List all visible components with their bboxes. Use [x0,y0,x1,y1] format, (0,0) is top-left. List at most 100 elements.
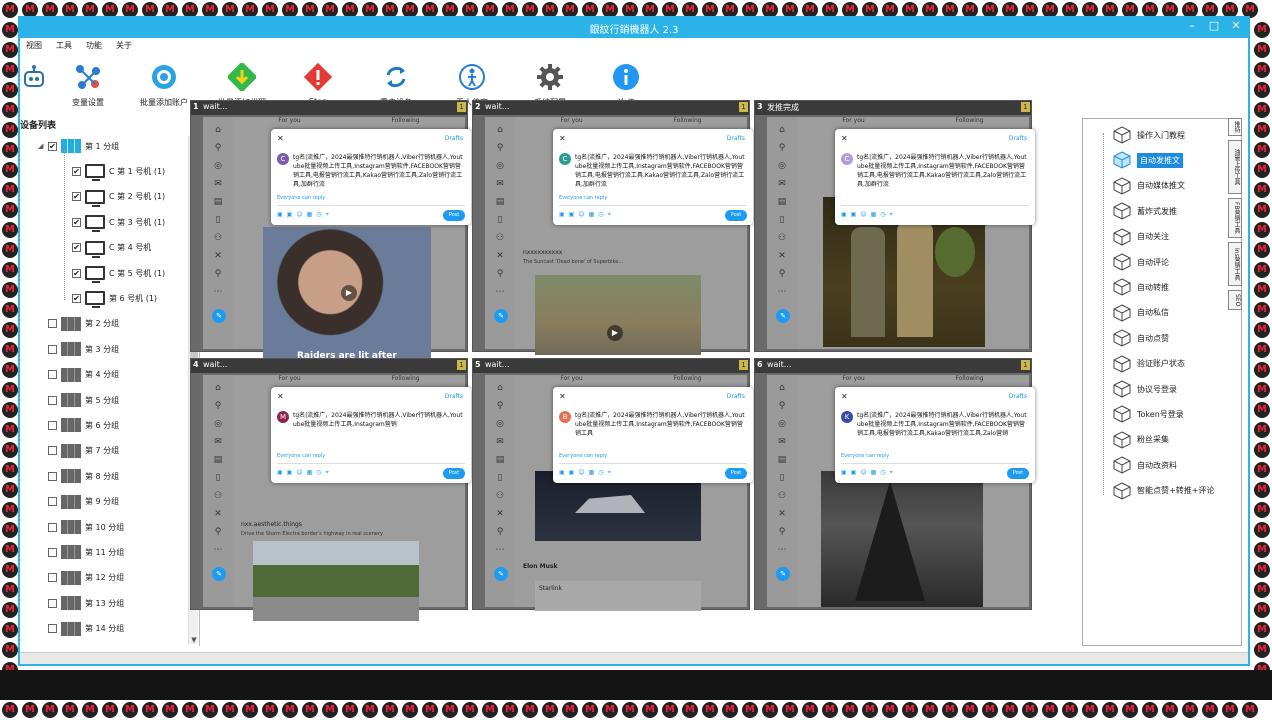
compose-icon[interactable]: ✎ [494,567,508,581]
maximize-button[interactable]: □ [1204,19,1224,32]
nav-icon[interactable]: ⌂ [213,125,223,135]
compose-tools-icons[interactable]: ▣▣☺▦◷⌖ [277,211,333,219]
nav-icon[interactable]: ◎ [213,161,223,171]
function-item[interactable]: Token号登录 [1113,402,1184,426]
device-item[interactable]: ✔ C 第 1 号机 (1) [72,161,165,182]
tab-following[interactable]: Following [673,117,701,129]
nav-icon[interactable]: ▯ [213,215,223,225]
compose-text[interactable]: tg名|流推广，2024最强推特行销机器人,Viber行销机器人,Youtube… [857,153,1027,189]
nav-icon[interactable]: ⋯ [777,287,787,297]
tab-following[interactable]: Following [391,375,419,387]
compose-icon[interactable]: ✎ [212,567,226,581]
function-item[interactable]: 蓄炸式发推 [1113,199,1177,223]
close-icon[interactable]: ✕ [559,392,566,401]
device-group[interactable]: 第 3 分组 [48,339,119,359]
tab-following[interactable]: Following [673,375,701,387]
nav-icon[interactable]: ◎ [777,161,787,171]
tab-for-you[interactable]: For you [278,117,300,129]
device-screen-3[interactable]: 3 发推完成 1 ⌂ ⚲ ◎ ✉ ▤ ▯ ⚇ ✕ ⚲ ⋯ ✎ For you Following ✕ Drafts… [754,100,1035,352]
compose-icon[interactable]: ✎ [494,309,508,323]
menu-functions[interactable]: 功能 [86,40,102,54]
group-checkbox[interactable] [48,344,57,354]
group-checkbox[interactable] [48,573,57,583]
close-icon[interactable]: ✕ [841,134,848,143]
tab-for-you[interactable]: For you [560,375,582,387]
device-screen-4[interactable]: 4 wait... 1 ⌂ ⚲ ◎ ✉ ▤ ▯ ⚇ ✕ ⚲ ⋯ ✎ For you Following nxx.… [190,358,471,621]
nav-icon[interactable]: ⌂ [213,383,223,393]
nav-icon[interactable]: ✕ [777,509,787,519]
tab-following[interactable]: Following [955,117,983,129]
compose-tools-icons[interactable]: ▣▣☺▦◷⌖ [559,211,615,219]
device-checkbox[interactable]: ✔ [72,243,81,253]
function-item[interactable]: 自动点赞 [1113,326,1169,350]
nav-icon[interactable]: ⚇ [777,233,787,243]
function-item[interactable]: 验证账户状态 [1113,352,1185,376]
post-button[interactable]: Post [443,468,465,479]
device-group[interactable]: 第 9 分组 [48,492,119,512]
tab-for-you[interactable]: For you [278,375,300,387]
function-item[interactable]: 自动改资料 [1113,453,1177,477]
nav-icon[interactable]: ⋯ [213,287,223,297]
close-icon[interactable]: ✕ [559,134,566,143]
drafts-link[interactable]: Drafts [1009,135,1027,142]
side-tab[interactable]: SEO [1228,290,1242,310]
group-checkbox[interactable] [48,471,57,481]
group-checkbox[interactable] [48,446,57,456]
group-checkbox[interactable] [48,319,57,329]
nav-icon[interactable]: ▤ [495,455,505,465]
compose-text[interactable]: tg名|流推广，2024最强推特行销机器人,Viber行销机器人,Youtube… [575,411,745,438]
side-tab[interactable]: 推特 [1228,118,1242,136]
play-icon[interactable]: ▶ [607,325,623,341]
menu-view[interactable]: 视图 [26,40,42,54]
nav-icon[interactable]: ⌂ [777,125,787,135]
device-group[interactable]: 第 10 分组 [48,517,124,537]
close-icon[interactable]: ✕ [277,134,284,143]
reply-setting[interactable]: Everyone can reply [277,453,325,459]
nav-icon[interactable]: ✉ [495,179,505,189]
nav-icon[interactable]: ✕ [495,509,505,519]
reply-setting[interactable]: Everyone can reply [559,195,607,201]
function-item[interactable]: 协议号登录 [1113,377,1177,401]
nav-icon[interactable]: ◎ [213,419,223,429]
drafts-link[interactable]: Drafts [727,135,745,142]
nav-icon[interactable]: ▯ [213,473,223,483]
group-checkbox[interactable] [48,598,57,608]
tab-following[interactable]: Following [391,117,419,129]
nav-icon[interactable]: ⚇ [495,233,505,243]
video-thumbnail[interactable]: Raiders are lit after ▶ [263,227,431,365]
device-group[interactable]: 第 14 分组 [48,619,124,639]
nav-icon[interactable]: ▤ [777,197,787,207]
compose-text[interactable]: tg名|流推广，2024最强推特行销机器人,Viber行销机器人,Youtube… [857,411,1027,438]
drafts-link[interactable]: Drafts [445,135,463,142]
compose-text[interactable]: tg名|流推广，2024最强推特行销机器人,Viber行销机器人,Youtube… [293,153,463,189]
device-item[interactable]: ✔ C 第 3 号机 (1) [72,212,165,233]
nav-icon[interactable]: ▯ [777,473,787,483]
menu-tools[interactable]: 工具 [56,40,72,54]
nav-icon[interactable]: ⚇ [495,491,505,501]
post-button[interactable]: Post [725,210,747,221]
menu-about[interactable]: 关于 [116,40,132,54]
device-group[interactable]: 第 13 分组 [48,593,124,613]
device-group[interactable]: 第 2 分组 [48,314,119,334]
device-screen-1[interactable]: 1 wait... 1 ⌂ ⚲ ◎ ✉ ▤ ▯ ⚇ ✕ ⚲ ⋯ ✎ For you Following Raid… [190,100,471,365]
group-checkbox[interactable] [48,547,57,557]
tab-for-you[interactable]: For you [842,375,864,387]
device-screen-2[interactable]: 2 wait... 1 ⌂ ⚲ ◎ ✉ ▤ ▯ ⚇ ✕ ⚲ ⋯ ✎ For you Following nxxx… [472,100,753,355]
post-button[interactable]: Post [1007,468,1029,479]
side-tab[interactable]: Ins营销工具 [1228,242,1242,286]
tweet-photo[interactable] [253,541,419,621]
group-checkbox[interactable] [48,395,57,405]
nav-icon[interactable]: ▯ [495,215,505,225]
reply-setting[interactable]: Everyone can reply [559,453,607,459]
compose-tools-icons[interactable]: ▣▣☺▦◷⌖ [841,211,897,219]
function-item[interactable]: 自动关注 [1113,225,1169,249]
nav-icon[interactable]: ⚲ [777,269,787,279]
group-checkbox[interactable] [48,370,57,380]
device-group[interactable]: 第 7 分组 [48,441,119,461]
device-screen-5[interactable]: 5 wait... 1 ⌂ ⚲ ◎ ✉ ▤ ▯ ⚇ ✕ ⚲ ⋯ ✎ For you Following Elon… [472,358,753,611]
nav-icon[interactable]: ▤ [213,455,223,465]
nav-icon[interactable]: ◎ [495,161,505,171]
device-group[interactable]: 第 12 分组 [48,568,124,588]
variable-settings-button[interactable]: 变量设置 [52,62,124,108]
tab-for-you[interactable]: For you [560,117,582,129]
